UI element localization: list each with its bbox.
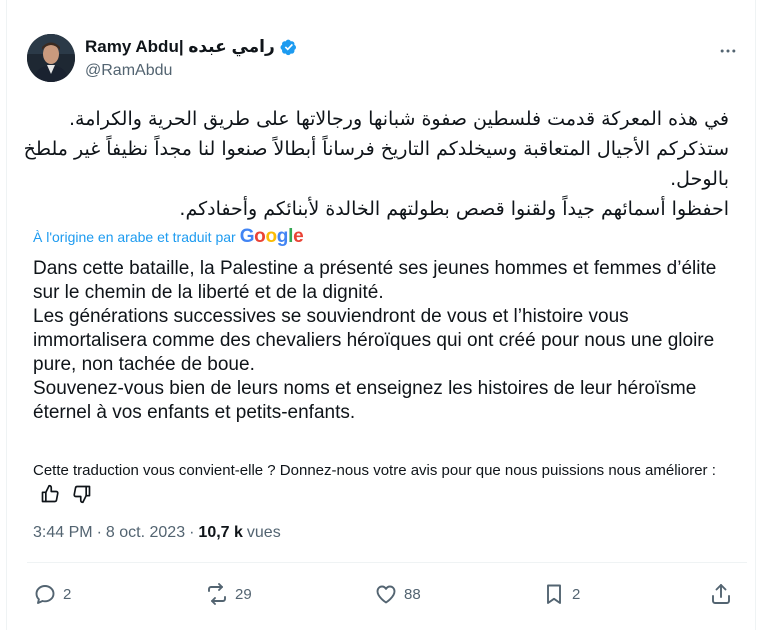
more-dots-icon[interactable] [715, 38, 741, 64]
reply-count: 2 [63, 585, 72, 603]
bookmark-count: 2 [572, 585, 581, 603]
translation-attribution-label[interactable]: À l'origine en arabe et traduit par [33, 229, 236, 245]
bookmark-icon [547, 584, 561, 604]
repost-button[interactable]: 29 [205, 582, 252, 606]
author-handle[interactable]: @RamAbdu [85, 62, 299, 80]
meta-separator: · [96, 524, 102, 541]
bookmark-button[interactable]: 2 [542, 582, 580, 606]
views-label: vues [246, 524, 281, 541]
reply-icon [35, 585, 55, 604]
verified-badge-icon [279, 37, 299, 57]
tweet-header: Ramy Abdu| رامي عبده @RamAbdu [27, 34, 747, 84]
tweet-card: Ramy Abdu| رامي عبده @RamAbdu في هذه الم… [6, 0, 756, 630]
translation-feedback: Cette traduction vous convient-elle ? Do… [33, 459, 733, 505]
author-display-name[interactable]: Ramy Abdu| رامي عبده [85, 37, 275, 57]
repost-count: 29 [235, 585, 252, 603]
share-icon [712, 584, 730, 604]
feedback-prompt: Cette traduction vous convient-elle ? Do… [33, 462, 716, 479]
tweet-time[interactable]: 3:44 PM [33, 524, 93, 542]
tweet-translated-text: Dans cette bataille, la Palestine a prés… [33, 258, 717, 423]
tweet-actions: 2 29 88 2 [33, 582, 743, 612]
translation-attribution[interactable]: À l'origine en arabe et traduit par Goog… [33, 226, 304, 248]
avatar[interactable] [27, 34, 75, 82]
share-button[interactable] [709, 582, 733, 606]
google-logo: Google [239, 226, 304, 247]
thumbs-up-icon[interactable] [39, 484, 61, 504]
tweet-meta: 3:44 PM · 8 oct. 2023 · 10,7 k vues [33, 524, 281, 542]
meta-separator-2: · [189, 524, 195, 541]
thumbs-down-icon[interactable] [71, 484, 93, 504]
divider [27, 562, 747, 563]
tweet-original-text: في هذه المعركة قدمت فلسطين صفوة شبانها و… [23, 108, 729, 220]
repost-icon [208, 583, 226, 605]
heart-icon [376, 585, 396, 604]
like-button[interactable]: 88 [374, 582, 421, 606]
views-count: 10,7 k [198, 524, 243, 541]
reply-button[interactable]: 2 [33, 582, 71, 606]
tweet-date[interactable]: 8 oct. 2023 [106, 524, 185, 542]
like-count: 88 [404, 585, 421, 603]
